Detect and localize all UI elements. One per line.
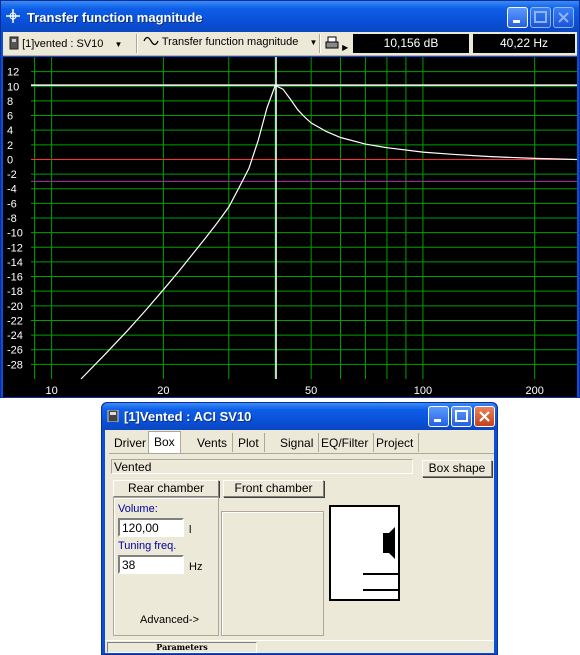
y-tick-label: -6 <box>7 198 17 210</box>
y-tick-label: -14 <box>7 257 23 269</box>
plot-toolbar: [1]vented : SV10 ▼ Transfer function mag… <box>3 32 577 56</box>
box-shape-button[interactable]: Box shape <box>422 460 492 477</box>
rear-chamber-group: Volume: 120,00 l Tuning freq. 38 Hz Adva… <box>113 497 219 636</box>
y-tick-label: -2 <box>7 169 17 181</box>
close-button[interactable] <box>474 406 495 427</box>
transfer-function-chart[interactable]: 121086420-2-4-6-8-10-12-14-16-18-20-22-2… <box>3 57 577 397</box>
window-title: [1]Vented : ACI SV10 <box>124 409 252 424</box>
maximize-icon <box>455 410 468 422</box>
close-icon <box>558 12 569 23</box>
tab-vents[interactable]: Vents <box>192 433 234 452</box>
front-chamber-button[interactable]: Front chamber <box>223 480 324 497</box>
y-tick-label: -22 <box>7 315 23 327</box>
box-tab-panel: Vented Box shape Rear chamber Front cham… <box>109 453 494 639</box>
x-tick-label: 200 <box>526 385 544 397</box>
speaker-icon <box>107 410 119 422</box>
volume-input[interactable]: 120,00 <box>118 518 184 537</box>
curve-selector-label: Transfer function magnitude <box>161 36 299 48</box>
y-tick-label: 4 <box>7 125 13 137</box>
tab-driver[interactable]: Driver <box>109 433 152 452</box>
y-tick-label: 2 <box>7 140 13 152</box>
maximize-icon <box>534 11 547 23</box>
y-tick-label: -28 <box>7 359 23 371</box>
y-tick-label: 0 <box>7 154 13 166</box>
close-icon <box>479 411 490 422</box>
printer-icon <box>325 36 339 49</box>
driver-selector-label: [1]vented : SV10 <box>22 38 104 50</box>
tab-plot[interactable]: Plot <box>233 433 265 452</box>
volume-label: Volume: <box>118 503 158 515</box>
box-diagram-icon <box>363 527 398 591</box>
y-tick-label: -12 <box>7 242 23 254</box>
maximize-button[interactable] <box>530 7 551 28</box>
chevron-right-icon: ▶ <box>342 43 349 52</box>
minimize-button[interactable] <box>507 7 528 28</box>
crosshair-app-icon <box>6 9 20 23</box>
box-shape-diagram <box>329 505 400 601</box>
tab-box[interactable]: Box <box>148 431 181 453</box>
print-button[interactable]: ▶ <box>325 36 348 53</box>
db-readout: 10,156 dB <box>353 34 469 53</box>
advanced-button[interactable]: Advanced-> <box>140 614 199 626</box>
speaker-icon <box>9 36 19 50</box>
tuning-freq-unit: Hz <box>189 561 203 573</box>
volume-unit: l <box>189 524 192 536</box>
window-title: Transfer function magnitude <box>27 10 203 25</box>
plot-area[interactable]: 12 10 8 6 4 2 0 -2 -4 -6 -8 -10 -12 -14 -16 -18 -20 -22 -2… <box>3 57 577 397</box>
close-button[interactable] <box>553 7 574 28</box>
tab-project[interactable]: Project <box>371 433 420 452</box>
y-tick-label: -4 <box>7 184 17 196</box>
chevron-down-icon: ▼ <box>309 38 318 47</box>
curve-selector[interactable]: Transfer function magnitude ▼ <box>143 36 317 48</box>
transfer-function-window: Transfer function magnitude [1]vented : … <box>0 0 580 398</box>
chevron-down-icon: ▼ <box>114 40 123 49</box>
title-bar[interactable]: [1]Vented : ACI SV10 <box>102 403 497 430</box>
y-tick-label: -10 <box>7 228 23 240</box>
box-type-label: Vented <box>111 459 413 474</box>
x-tick-label: 20 <box>157 385 169 397</box>
hz-readout: 40,22 Hz <box>473 34 575 53</box>
tuning-freq-label: Tuning freq. <box>118 540 177 552</box>
y-tick-label: -26 <box>7 345 23 357</box>
status-text: Parameters <box>107 642 257 653</box>
x-tick-label: 100 <box>414 385 432 397</box>
tab-eq-filter[interactable]: EQ/Filter <box>316 433 375 452</box>
driver-selector[interactable]: [1]vented : SV10 ▼ <box>9 36 122 50</box>
y-tick-label: 10 <box>7 81 19 93</box>
y-tick-label: -8 <box>7 213 17 225</box>
minimize-button[interactable] <box>428 406 449 427</box>
y-tick-label: 6 <box>7 111 13 123</box>
y-tick-label: -16 <box>7 272 23 284</box>
x-tick-label: 50 <box>305 385 317 397</box>
toolbar-separator <box>319 34 321 53</box>
box-window: [1]Vented : ACI SV10 Driver Box Vents Pl… <box>101 402 498 655</box>
y-tick-label: 12 <box>7 67 19 79</box>
y-tick-label: -24 <box>7 330 23 342</box>
box-window-body: Driver Box Vents Plot Signal EQ/Filter P… <box>105 430 494 653</box>
y-tick-label: -18 <box>7 286 23 298</box>
y-tick-label: -20 <box>7 301 23 313</box>
minimize-icon <box>513 20 520 23</box>
rear-chamber-button[interactable]: Rear chamber <box>113 480 219 497</box>
maximize-button[interactable] <box>451 406 472 427</box>
tab-signal[interactable]: Signal <box>275 433 320 452</box>
status-bar: Parameters <box>105 640 494 653</box>
y-tick-label: 8 <box>7 96 13 108</box>
sine-wave-icon <box>143 36 159 46</box>
minimize-icon <box>434 419 441 422</box>
front-chamber-group <box>221 511 324 636</box>
tuning-freq-input[interactable]: 38 <box>118 555 184 574</box>
toolbar-separator <box>136 34 138 53</box>
title-bar[interactable]: Transfer function magnitude <box>1 1 579 32</box>
x-tick-label: 10 <box>45 385 57 397</box>
